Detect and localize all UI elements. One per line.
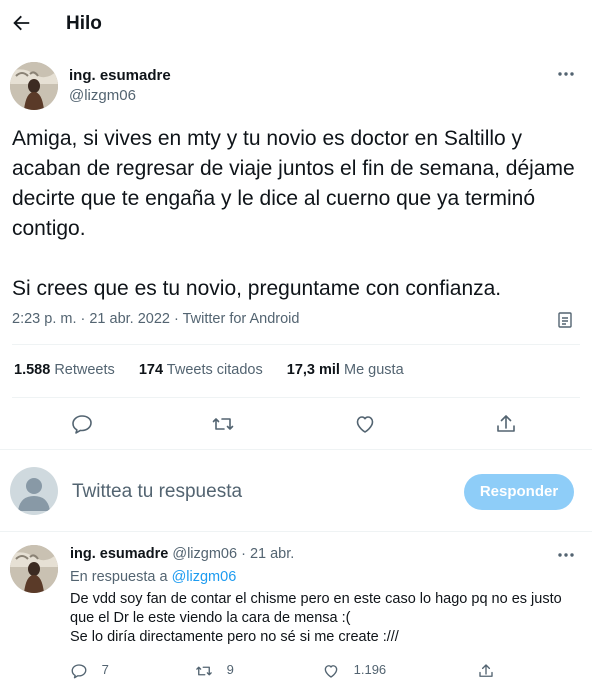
likes-stat[interactable]: 17,3 mil Me gusta (287, 362, 404, 378)
tweet-text: Amiga, si vives en mty y tu novio es doc… (12, 127, 575, 300)
quotes-stat[interactable]: 174 Tweets citados (139, 362, 263, 378)
reply-count: 7 (101, 662, 109, 678)
reply-author-handle[interactable]: @lizgm06 (172, 546, 237, 562)
avatar[interactable] (10, 62, 58, 110)
more-options-icon[interactable] (556, 545, 576, 565)
reply-input[interactable]: Twittea tu respuesta (72, 481, 242, 503)
retweet-icon[interactable] (211, 412, 235, 436)
tweet-meta[interactable]: 2:23 p. m. · 21 abr. 2022 · Twitter for … (12, 311, 299, 327)
author-handle[interactable]: @lizgm06 (69, 87, 136, 104)
reply-likes[interactable]: 1.196 (322, 662, 386, 680)
thread-header: Hilo (0, 0, 592, 48)
like-icon[interactable] (353, 412, 377, 436)
reply-header: ing. esumadre @lizgm06 · 21 abr. (70, 546, 294, 562)
page-title: Hilo (66, 13, 102, 34)
like-count: 1.196 (353, 662, 387, 678)
author-name[interactable]: ing. esumadre (69, 67, 171, 84)
arrow-left-icon[interactable] (10, 12, 32, 34)
analytics-icon[interactable] (556, 310, 576, 330)
reply-retweets[interactable]: 9 (195, 662, 234, 680)
tweet-stats: 1.588 Retweets 174 Tweets citados 17,3 m… (14, 362, 424, 378)
in-reply-to-handle[interactable]: @lizgm06 (172, 569, 237, 585)
avatar[interactable] (10, 545, 58, 593)
retweet-count: 9 (226, 662, 234, 678)
reply-share[interactable] (477, 662, 495, 680)
share-icon[interactable] (494, 412, 518, 436)
reply-button[interactable]: Responder (464, 474, 574, 510)
separator: · (241, 546, 246, 562)
like-icon[interactable] (322, 662, 340, 678)
more-options-icon[interactable] (556, 64, 576, 84)
reply-date[interactable]: 21 abr. (250, 546, 294, 562)
reply-text: De vdd soy fan de contar el chisme pero … (70, 591, 562, 645)
divider (0, 449, 592, 450)
divider (12, 397, 580, 398)
retweet-icon[interactable] (195, 662, 213, 677)
in-reply-to: En respuesta a @lizgm06 (70, 569, 237, 585)
retweets-stat[interactable]: 1.588 Retweets (14, 362, 115, 378)
reply-author-name[interactable]: ing. esumadre (70, 546, 168, 562)
reply-icon[interactable] (70, 662, 88, 679)
reply-icon[interactable] (70, 412, 94, 436)
divider (12, 344, 580, 345)
share-icon[interactable] (477, 662, 495, 677)
reply-replies[interactable]: 7 (70, 662, 109, 680)
default-avatar (10, 467, 58, 515)
divider (0, 531, 592, 532)
